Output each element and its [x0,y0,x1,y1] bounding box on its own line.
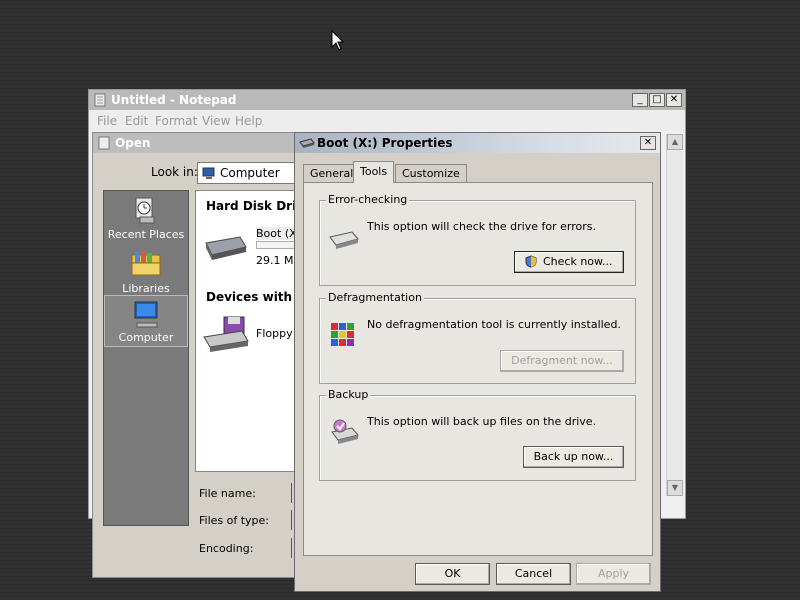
menu-view[interactable]: View [202,114,230,128]
minimize-button[interactable]: _ [632,93,648,107]
properties-title: Boot (X:) Properties [317,136,453,150]
places-bar: Recent Places Libraries Computer [103,190,189,526]
menu-edit[interactable]: Edit [125,114,148,128]
cancel-label: Cancel [514,567,553,580]
place-label: Libraries [122,282,170,295]
encoding-label: Encoding: [199,542,254,555]
group-description: This option will back up files on the dr… [367,415,597,428]
cancel-button[interactable]: Cancel [496,563,571,585]
group-description: No defragmentation tool is currently ins… [367,318,621,331]
look-in-label: Look in: [151,165,198,179]
tools-tab-panel: Error-checking This option will check th… [303,182,653,556]
tab-tools[interactable]: Tools [353,161,395,183]
apply-button[interactable]: Apply [576,563,651,585]
notepad-menubar: File Edit Format View Help [89,111,685,131]
place-label: Recent Places [107,228,185,241]
recent-places-icon [135,197,155,224]
place-libraries[interactable]: Libraries [104,245,188,297]
hard-drive-icon [205,236,247,260]
floppy-drive-icon [203,316,249,352]
mouse-cursor-icon [331,30,345,51]
notepad-vertical-scrollbar[interactable]: ▲ ▼ [666,134,683,496]
group-title: Defragmentation [326,291,424,304]
drive-icon [299,138,315,148]
menu-file[interactable]: File [97,114,117,128]
defragment-icon [331,323,354,346]
open-dialog: Open Look in: Computer Recent Places Lib… [92,132,322,578]
check-now-label: Check now... [542,255,613,268]
defragmentation-group: Defragmentation No defragmentation tool … [319,291,636,384]
menu-help[interactable]: Help [235,114,262,128]
notepad-titlebar[interactable]: Untitled - Notepad _ □ ✕ [89,90,685,110]
place-recent-places[interactable]: Recent Places [104,191,188,243]
place-computer[interactable]: Computer [104,295,188,347]
ok-label: OK [444,567,461,580]
check-now-button[interactable]: Check now... [514,251,624,273]
scroll-down-arrow-icon[interactable]: ▼ [667,480,683,496]
computer-icon [202,167,215,179]
group-description: This option will check the drive for err… [367,220,596,233]
notepad-icon [94,93,106,107]
tab-general[interactable]: General [303,164,361,182]
close-button[interactable]: ✕ [666,93,682,107]
backup-icon [331,419,359,444]
libraries-icon [131,251,161,276]
files-of-type-label: Files of type: [199,514,270,527]
back-up-now-button[interactable]: Back up now... [523,446,624,468]
computer-icon [134,301,158,328]
open-dialog-title: Open [115,136,151,150]
maximize-button[interactable]: □ [649,93,665,107]
scroll-up-arrow-icon[interactable]: ▲ [667,134,683,150]
menu-format[interactable]: Format [155,114,197,128]
group-title: Error-checking [326,193,410,206]
drive-check-icon [329,231,359,249]
drive-properties-dialog: Boot (X:) Properties ✕ General Tools Cus… [294,132,661,592]
backup-group: Backup This option will back up files on… [319,388,636,481]
tab-customize[interactable]: Customize [395,164,467,182]
apply-label: Apply [597,567,630,580]
close-button[interactable]: ✕ [640,136,656,150]
back-up-now-label: Back up now... [533,450,614,463]
file-name-label: File name: [199,487,256,500]
look-in-value: Computer [220,166,280,180]
defragment-now-button[interactable]: Defragment now... [500,350,624,372]
open-dialog-titlebar[interactable]: Open [93,133,321,153]
properties-titlebar[interactable]: Boot (X:) Properties ✕ [295,133,660,153]
notepad-title: Untitled - Notepad [111,93,237,107]
ok-button[interactable]: OK [415,563,490,585]
error-checking-group: Error-checking This option will check th… [319,193,636,286]
defragment-now-label: Defragment now... [511,354,613,367]
place-label: Computer [118,331,174,344]
group-title: Backup [326,388,371,401]
shield-icon [525,255,537,268]
notepad-icon [98,136,110,150]
